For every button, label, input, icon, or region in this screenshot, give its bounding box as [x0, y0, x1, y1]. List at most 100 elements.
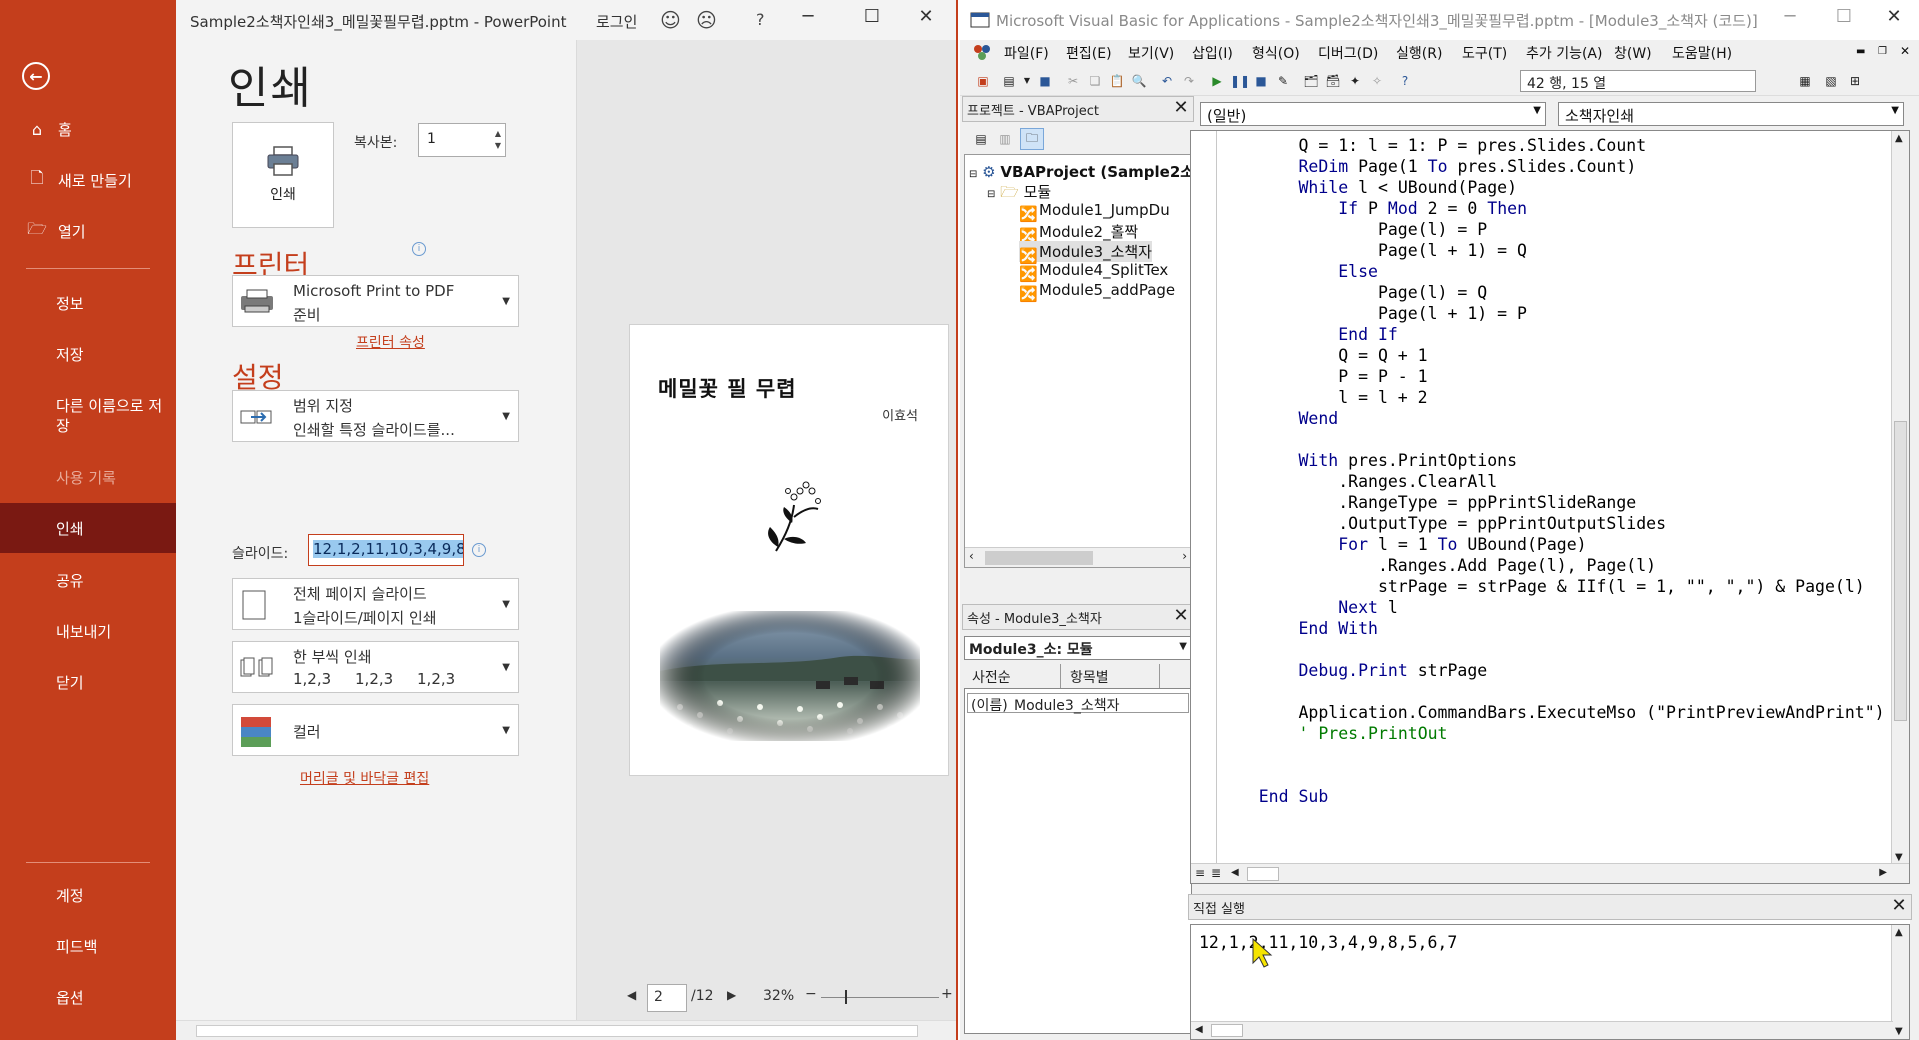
property-row[interactable]: (이름) Module3_소책자	[967, 693, 1189, 714]
scrollbar-thumb[interactable]	[196, 1025, 918, 1037]
scrollbar-thumb[interactable]	[1247, 867, 1279, 881]
tab-categorized[interactable]: 항목별	[1064, 664, 1160, 688]
minimize-icon[interactable]: ─	[792, 6, 824, 34]
scroll-up-icon[interactable]: ▲	[1895, 927, 1903, 938]
scroll-right-icon[interactable]: ▶	[1879, 867, 1887, 878]
cut-icon[interactable]: ✂	[1064, 72, 1082, 90]
sidebar-item-account[interactable]: 계정	[0, 870, 176, 920]
module-item[interactable]: 🔀Module1_JumpDu	[1019, 201, 1170, 223]
paste-icon[interactable]: 📋	[1108, 72, 1126, 90]
scroll-left-icon[interactable]: ◀	[1195, 1024, 1203, 1035]
zoom-out-icon[interactable]: −	[805, 986, 817, 1002]
print-button[interactable]: 인쇄	[232, 122, 334, 228]
properties-icon[interactable]: 🗃	[1324, 72, 1342, 90]
header-footer-link[interactable]: 머리글 및 바닥글 편집	[300, 768, 429, 788]
toggle-folders-icon[interactable]: 🗀	[1020, 128, 1044, 150]
menu-view[interactable]: 보기(V)	[1128, 43, 1174, 63]
horizontal-scrollbar[interactable]	[176, 1020, 956, 1040]
undo-icon[interactable]: ↶	[1158, 72, 1176, 90]
menu-tools[interactable]: 도구(T)	[1462, 43, 1507, 63]
properties-object-combo[interactable]: Module3_소: 모듈 ▼	[964, 636, 1192, 660]
layout-dropdown[interactable]: 전체 페이지 슬라이드 1슬라이드/페이지 인쇄 ▼	[232, 578, 519, 630]
immediate-output-area[interactable]: 12,1,2,11,10,3,4,9,8,5,6,7 ▲ ▼ ◀	[1190, 924, 1910, 1040]
close-icon[interactable]: ✕	[1878, 6, 1910, 34]
sidebar-item-close[interactable]: 닫기	[0, 657, 176, 707]
menu-format[interactable]: 형식(O)	[1252, 43, 1300, 63]
signin-link[interactable]: 로그인	[596, 11, 637, 32]
toolbox-icon[interactable]: ✧	[1368, 72, 1386, 90]
module-item[interactable]: 🔀Module4_SplitTex	[1019, 261, 1168, 283]
menu-addins[interactable]: 추가 기능(A)	[1526, 43, 1602, 63]
module-item[interactable]: 🔀Module5_addPage	[1019, 281, 1175, 303]
scroll-left-icon[interactable]: ◀	[1231, 867, 1239, 878]
back-arrow-icon[interactable]: ←	[22, 62, 50, 90]
scrollbar-thumb[interactable]	[1211, 1024, 1243, 1037]
close-icon[interactable]: ✕	[1171, 607, 1191, 627]
sidebar-item-feedback[interactable]: 피드백	[0, 921, 176, 971]
horizontal-scrollbar[interactable]: ◀	[1191, 1021, 1893, 1039]
previous-page-icon[interactable]: ◀	[627, 988, 636, 1002]
zoom-in-icon[interactable]: +	[941, 986, 953, 1002]
sidebar-item-share[interactable]: 공유	[0, 555, 176, 605]
code-editor[interactable]: Q = 1: l = 1: P = pres.Slides.Count ReDi…	[1190, 130, 1910, 884]
menu-run[interactable]: 실행(R)	[1396, 43, 1442, 63]
sidebar-item-export[interactable]: 내보내기	[0, 606, 176, 656]
scroll-right-icon[interactable]: ›	[1182, 549, 1187, 563]
sidebar-item-new[interactable]: 🗋 새로 만들기	[0, 155, 176, 205]
find-icon[interactable]: 🔍	[1130, 72, 1148, 90]
copies-stepper[interactable]: 1 ▲ ▼	[418, 123, 506, 157]
procedure-view-icon[interactable]: ≡	[1195, 866, 1205, 880]
run-icon[interactable]: ▶	[1208, 72, 1226, 90]
close-icon[interactable]: ✕	[910, 6, 942, 34]
next-page-icon[interactable]: ▶	[727, 988, 736, 1002]
menu-edit[interactable]: 편집(E)	[1066, 43, 1112, 63]
immediate-output-text[interactable]: 12,1,2,11,10,3,4,9,8,5,6,7	[1199, 933, 1457, 952]
horizontal-scrollbar[interactable]: ‹ ›	[965, 547, 1191, 567]
help-icon[interactable]: ?	[756, 10, 765, 29]
redo-icon[interactable]: ↷	[1180, 72, 1198, 90]
toolbar-options-icon[interactable]: ▦	[1796, 72, 1814, 90]
insert-object-icon[interactable]: ▤	[1000, 72, 1018, 90]
close-icon[interactable]: ✕	[1889, 897, 1909, 917]
scroll-left-icon[interactable]: ‹	[969, 549, 974, 563]
smiley-icon[interactable]: ☺	[660, 8, 681, 32]
zoom-slider[interactable]	[821, 997, 939, 998]
close-icon[interactable]: ✕	[1171, 99, 1191, 119]
view-code-icon[interactable]: ▤	[972, 130, 990, 148]
minimize-icon[interactable]: ─	[1774, 6, 1806, 34]
spinner-arrows-icon[interactable]: ▲ ▼	[495, 128, 501, 152]
mdi-close-icon[interactable]: ✕	[1900, 44, 1910, 58]
scroll-up-icon[interactable]: ▲	[1895, 133, 1903, 144]
menu-help[interactable]: 도움말(H)	[1672, 43, 1732, 63]
mdi-minimize-icon[interactable]: ▬	[1856, 46, 1865, 57]
collate-dropdown[interactable]: 한 부씩 인쇄 1,2,3 1,2,3 1,2,3 ▼	[232, 641, 519, 693]
menu-app-icon[interactable]	[972, 43, 992, 61]
project-root[interactable]: ⊟ ⚙ VBAProject (Sample2소	[969, 161, 1191, 182]
object-combo[interactable]: (일반) ▼	[1200, 102, 1546, 126]
design-mode-icon[interactable]: ✎	[1274, 72, 1292, 90]
procedure-combo[interactable]: 소책자인쇄 ▼	[1558, 102, 1904, 126]
sidebar-item-options[interactable]: 옵션	[0, 972, 176, 1022]
info-icon[interactable]: i	[472, 543, 486, 557]
help-icon[interactable]: ?	[1396, 72, 1414, 90]
toolbar-options-icon-2[interactable]: ▧	[1822, 72, 1840, 90]
menu-file[interactable]: 파일(F)	[1004, 43, 1049, 63]
frown-icon[interactable]: ☹	[696, 8, 717, 32]
vertical-scrollbar[interactable]: ▲ ▼	[1891, 131, 1909, 865]
print-range-dropdown[interactable]: 범위 지정 인쇄할 특정 슬라이드를... ▼	[232, 390, 519, 442]
menu-insert[interactable]: 삽입(I)	[1192, 43, 1233, 63]
menu-window[interactable]: 창(W)	[1614, 43, 1652, 63]
view-host-icon[interactable]: ▣	[974, 72, 992, 90]
horizontal-scrollbar[interactable]: ≡ ≣ ◀ ▶	[1191, 863, 1909, 883]
sidebar-item-home[interactable]: ⌂ 홈	[0, 104, 176, 154]
maximize-icon[interactable]: ☐	[1828, 6, 1860, 34]
sidebar-item-info[interactable]: 정보	[0, 278, 176, 328]
mdi-restore-icon[interactable]: ❐	[1878, 46, 1887, 57]
scroll-down-icon[interactable]: ▼	[1895, 1026, 1903, 1037]
tab-alphabetic[interactable]: 사전순	[966, 664, 1061, 688]
page-number-input[interactable]: 2	[647, 984, 687, 1012]
collapse-icon[interactable]: ⊟	[987, 189, 995, 200]
info-icon[interactable]: i	[412, 242, 426, 256]
zoom-slider-thumb[interactable]	[845, 990, 847, 1004]
scroll-down-icon[interactable]: ▼	[1895, 852, 1903, 863]
